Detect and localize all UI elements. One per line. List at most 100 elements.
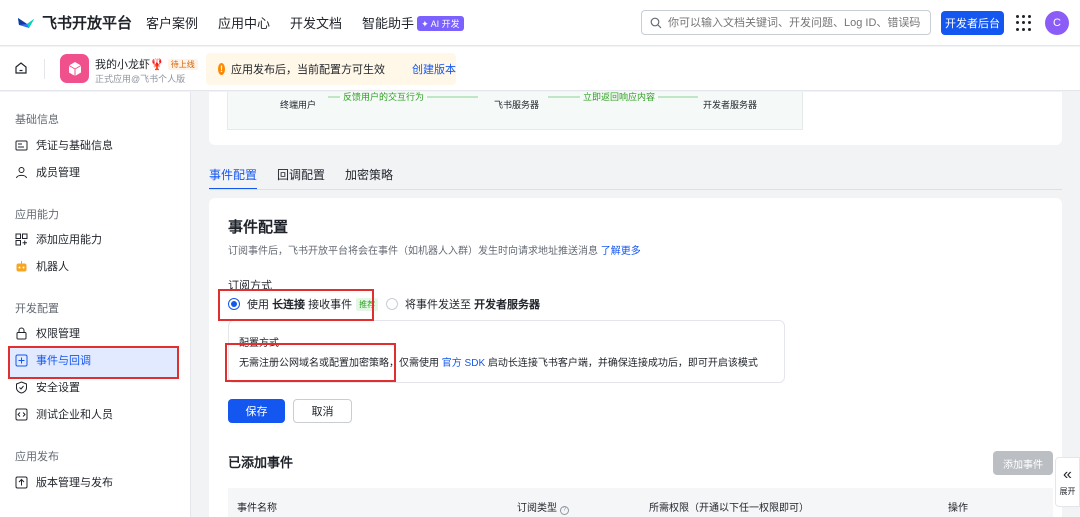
flow-arrow-feedback: 反馈用户的交互行为 [340,92,428,103]
tab-callback-config[interactable]: 回调配置 [277,160,325,188]
added-events-title: 已添加事件 [228,455,294,470]
sidebar-item-credentials[interactable]: 凭证与基础信息 [15,134,113,156]
shield-icon [15,380,28,394]
event-box-icon [15,354,28,367]
config-mode-text: 无需注册公网域名或配置加密策略，仅需使用 官方 SDK 启动长连接飞书客户端，并… [239,354,758,369]
sidebar-item-security[interactable]: 安全设置 [15,376,80,398]
radio-unchecked-icon[interactable] [386,298,398,310]
code-icon [15,408,28,421]
sidebar: 基础信息 凭证与基础信息 成员管理 应用能力 添加应用能力 机器人 开发配置 权… [0,92,191,517]
sidebar-item-permissions[interactable]: 权限管理 [15,322,80,344]
ai-badge: ✦ AI 开发 [417,16,464,31]
radio-long-connection[interactable]: 使用 长连接 接收事件 推荐 [228,296,379,312]
nav-link-docs[interactable]: 开发文档 [290,13,342,32]
flow-diagram: 反馈用户的交互行为 立即返回响应内容 终端用户 飞书服务器 开发者服务器 [227,92,803,130]
help-icon[interactable]: ? [560,506,569,515]
main-content: 反馈用户的交互行为 立即返回响应内容 终端用户 飞书服务器 开发者服务器 事件配… [192,92,1080,517]
sidebar-item-label: 添加应用能力 [36,234,102,246]
sidebar-item-label: 版本管理与发布 [36,477,113,489]
tab-encryption[interactable]: 加密策略 [345,160,393,188]
sidebar-item-label: 安全设置 [36,382,80,394]
search-icon [650,17,662,28]
grid-add-icon [15,233,28,246]
column-header-event-name: 事件名称 [237,503,277,514]
nav-link-cases[interactable]: 客户案例 [146,13,198,32]
radio-label-strong: 长连接 [272,299,306,311]
add-event-button[interactable]: 添加事件 [993,451,1053,475]
config-text-part1: 无需注册公网域名或配置加密策略，仅需使用 [239,358,439,369]
sidebar-item-add-capability[interactable]: 添加应用能力 [15,228,102,250]
cube-icon [68,61,81,76]
sidebar-item-versions[interactable]: 版本管理与发布 [15,471,113,493]
publish-notice: ! 应用发布后，当前配置方可生效 创建版本 [206,53,456,85]
sidebar-item-label: 权限管理 [36,328,80,340]
user-icon [15,166,28,179]
app-subtitle: 正式应用@飞书个人版 [95,74,186,84]
flow-diagram-card: 反馈用户的交互行为 立即返回响应内容 终端用户 飞书服务器 开发者服务器 [209,92,1062,145]
sidebar-item-label: 机器人 [36,261,69,273]
tabs-divider [209,189,1062,190]
double-chevron-left-icon: « [1063,465,1072,483]
developer-console-button[interactable]: 开发者后台 [941,11,1004,35]
home-icon[interactable] [14,61,28,75]
status-badge: 待上线 [167,59,198,70]
radio-label-prefix: 将事件发送至 [405,299,471,311]
search-input[interactable] [668,16,928,29]
sidebar-item-members[interactable]: 成员管理 [15,161,80,183]
nav-link-assistant[interactable]: 智能助手 ✦ AI 开发 [362,13,464,32]
sidebar-group-release: 应用发布 [15,451,59,463]
official-sdk-link[interactable]: 官方 SDK [442,358,485,369]
top-navbar: 飞书开放平台 客户案例 应用中心 开发文档 智能助手✦ AI 开发 开发者后台 … [0,0,1080,46]
sidebar-group-basic: 基础信息 [15,114,59,126]
column-header-subscribe-type: 订阅类型? [517,499,569,515]
app-name-label: 我的小龙虾🦞 [95,59,164,71]
app-name[interactable]: 我的小龙虾🦞 待上线 [95,56,198,72]
config-tabs: 事件配置 回调配置 加密策略 [209,160,413,190]
app-icon [60,54,89,83]
lock-icon [15,327,28,340]
app-grid-icon[interactable] [1016,15,1032,31]
radio-dev-server[interactable]: 将事件发送至 开发者服务器 [386,296,540,312]
flow-node-dev-server: 开发者服务器 [703,100,758,110]
sidebar-item-events-callbacks[interactable]: 事件与回调 [15,349,91,371]
save-button[interactable]: 保存 [228,399,285,423]
section-description: 订阅事件后，飞书开放平台将会在事件（如机器人入群）发生时向请求地址推送消息 了解… [228,242,641,257]
tab-event-config[interactable]: 事件配置 [209,160,258,190]
learn-more-link[interactable]: 了解更多 [601,246,641,257]
column-header-actions: 操作 [948,503,968,514]
recommended-badge: 推荐 [356,297,379,311]
cancel-button[interactable]: 取消 [293,399,352,423]
search-box[interactable] [641,10,931,35]
avatar[interactable]: C [1045,11,1069,35]
subscribe-mode-label: 订阅方式 [228,280,272,292]
sidebar-group-capability: 应用能力 [15,209,59,221]
nav-link-assistant-label: 智能助手 [362,16,415,31]
sidebar-item-test-tenant[interactable]: 测试企业和人员 [15,403,113,425]
radio-checked-icon[interactable] [228,298,240,310]
upload-icon [15,476,28,489]
flow-node-end-user: 终端用户 [280,100,317,110]
radio-label-suffix: 接收事件 [308,299,353,311]
config-text-part2: 启动长连接飞书客户端，并确保连接成功后，即可开启该模式 [487,358,758,369]
sidebar-item-bot[interactable]: 机器人 [15,255,69,277]
feishu-logo-icon [18,17,34,28]
warning-icon: ! [218,63,225,75]
flow-arrow-response: 立即返回响应内容 [580,92,659,103]
brand[interactable]: 飞书开放平台 [16,12,146,33]
brand-name: 飞书开放平台 [42,15,133,32]
section-title: 事件配置 [228,219,289,236]
nav-link-app-center[interactable]: 应用中心 [218,13,270,32]
expand-panel-button[interactable]: « 展开 [1055,457,1080,507]
sidebar-item-label: 测试企业和人员 [36,409,113,421]
radio-label-strong: 开发者服务器 [474,299,541,311]
divider [44,59,45,79]
config-mode-label: 配置方式 [239,338,279,349]
events-table-header: 事件名称 订阅类型? 所需权限（开通以下任一权限即可） 操作 [228,488,1053,517]
description-text: 订阅事件后，飞书开放平台将会在事件（如机器人入群）发生时向请求地址推送消息 [228,246,598,257]
sidebar-item-label: 凭证与基础信息 [36,140,113,152]
app-bar: 我的小龙虾🦞 待上线 正式应用@飞书个人版 ! 应用发布后，当前配置方可生效 创建… [0,47,1080,91]
radio-label-prefix: 使用 [247,299,269,311]
event-config-card: 事件配置 订阅事件后，飞书开放平台将会在事件（如机器人入群）发生时向请求地址推送… [209,198,1062,517]
create-version-link[interactable]: 创建版本 [412,61,456,77]
sidebar-item-label: 成员管理 [36,167,80,179]
